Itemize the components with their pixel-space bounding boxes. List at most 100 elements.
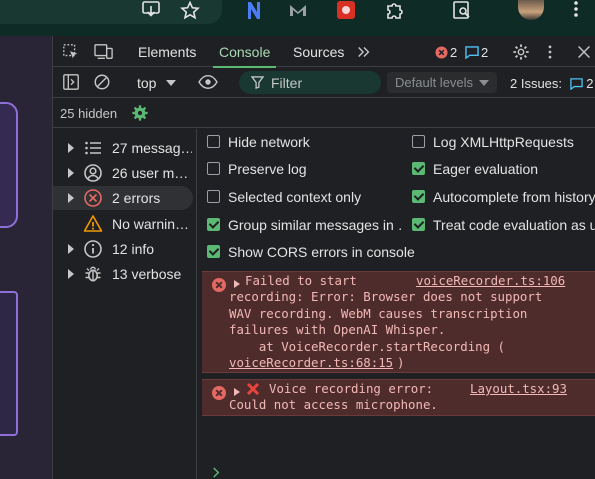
issues-counter[interactable]: 2 Issues: 2: [510, 67, 594, 98]
extension-red-icon[interactable]: [334, 0, 358, 22]
device-toolbar-icon[interactable]: [93, 42, 115, 62]
sidebar-item-label: 2 errors: [112, 190, 161, 206]
expand-triangle-icon[interactable]: [234, 388, 240, 396]
source-link[interactable]: voiceRecorder.ts:106: [416, 273, 565, 290]
console-error-message[interactable]: Voice recording error: Layout.tsx:93 Cou…: [202, 379, 595, 416]
context-selector[interactable]: top: [137, 71, 177, 93]
sidebar-item-label: 12 info: [112, 241, 155, 257]
sidebar-item-warnings[interactable]: No warnin…: [53, 212, 193, 236]
message-text: WAV recording. WebM causes transcription: [229, 305, 528, 321]
console-messages: Failed to start voiceRecorder.ts:106 rec…: [198, 266, 595, 479]
tab-elements[interactable]: Elements: [138, 36, 196, 67]
prompt-chevron-icon: [213, 467, 220, 478]
checkbox-label: Selected context only: [228, 189, 362, 205]
sidebar-item-info[interactable]: 12 info: [53, 237, 193, 261]
sidebar-item-label: No warnin…: [112, 216, 190, 232]
sidebar-item-label: 27 messag…: [112, 140, 192, 156]
filter-input[interactable]: Filter: [239, 71, 381, 94]
stack-trace-text: ): [397, 355, 405, 370]
browser-menu-icon[interactable]: [568, 0, 584, 20]
clear-console-icon[interactable]: [92, 72, 112, 92]
expand-triangle-icon[interactable]: [234, 280, 240, 288]
sidebar-item-messages[interactable]: 27 messag…: [53, 136, 193, 160]
sidebar-item-user-messages[interactable]: 26 user m…: [53, 161, 193, 185]
show-cors-errors-checkbox[interactable]: Show CORS errors in console: [207, 241, 417, 263]
sidebar-item-errors[interactable]: 2 errors: [53, 186, 193, 210]
log-levels-dropdown[interactable]: Default levels: [387, 72, 497, 93]
eager-evaluation-checkbox[interactable]: Eager evaluation: [412, 158, 595, 180]
console-toolbar: top Filter Default levels 2 Issues: 2: [53, 67, 595, 98]
message-count[interactable]: 2: [481, 36, 488, 69]
console-settings-pane: Hide network Preserve log Selected conte…: [198, 129, 595, 266]
message-text: failures with OpenAI Whisper.: [229, 322, 446, 337]
settings-gear-icon[interactable]: [511, 42, 531, 62]
checkbox-checked[interactable]: [412, 190, 425, 203]
close-devtools-icon[interactable]: [575, 43, 593, 61]
install-app-icon[interactable]: [137, 0, 165, 22]
extension-n-icon[interactable]: [242, 0, 266, 22]
hidden-count: 25 hidden: [60, 106, 118, 121]
error-count-icon[interactable]: [434, 45, 448, 59]
bookmark-star-icon[interactable]: [176, 0, 204, 22]
error-count[interactable]: 2: [450, 36, 457, 69]
user-icon: [83, 163, 103, 183]
checkbox-unchecked[interactable]: [207, 135, 220, 148]
extension-m-icon[interactable]: [286, 0, 310, 22]
checkbox-checked[interactable]: [207, 245, 220, 258]
sidebar-item-label: 26 user m…: [112, 165, 189, 181]
checkbox-checked[interactable]: [412, 162, 425, 175]
error-icon: [212, 386, 226, 400]
extensions-puzzle-icon[interactable]: [380, 0, 408, 22]
sidebar-item-verbose[interactable]: 13 verbose: [53, 262, 193, 286]
checkbox-label: Preserve log: [228, 161, 307, 177]
filter-placeholder: Filter: [271, 75, 303, 91]
checkbox-unchecked[interactable]: [412, 135, 425, 148]
console-error-message[interactable]: Failed to start voiceRecorder.ts:106 rec…: [202, 271, 595, 373]
hidden-messages-row: 25 hidden: [53, 98, 595, 128]
checkbox-checked[interactable]: [207, 218, 220, 231]
expand-arrow-icon: [68, 269, 74, 279]
message-count-icon[interactable]: [464, 45, 479, 59]
chevron-down-icon: [166, 80, 177, 86]
page-card: [0, 102, 18, 228]
issues-count: 2: [586, 76, 594, 91]
checkbox-unchecked[interactable]: [207, 190, 220, 203]
more-tabs-chevron-icon[interactable]: [355, 43, 373, 61]
checkbox-label: Hide network: [228, 134, 310, 150]
checkbox-unchecked[interactable]: [207, 162, 220, 175]
error-icon: [212, 278, 226, 292]
tab-console[interactable]: Console: [212, 36, 277, 68]
page-card: [0, 291, 18, 436]
selected-context-checkbox[interactable]: Selected context only: [207, 186, 402, 208]
inspect-element-icon[interactable]: [61, 42, 81, 62]
message-text: Voice recording error:: [269, 381, 434, 396]
checkbox-checked[interactable]: [412, 218, 425, 231]
group-similar-checkbox[interactable]: Group similar messages in …: [207, 214, 402, 236]
hide-network-checkbox[interactable]: Hide network: [207, 131, 402, 153]
reading-search-icon[interactable]: [448, 0, 476, 22]
autocomplete-history-checkbox[interactable]: Autocomplete from history: [412, 186, 595, 208]
profile-avatar[interactable]: [518, 0, 544, 20]
stack-trace-link[interactable]: voiceRecorder.ts:68:15: [229, 355, 393, 372]
filter-icon: [250, 76, 265, 92]
console-settings-gear-icon[interactable]: [131, 104, 149, 125]
console-prompt[interactable]: [212, 464, 221, 479]
message-text: recording: Error: Browser does not suppo…: [229, 289, 543, 304]
treat-code-eval-checkbox[interactable]: Treat code evaluation as us…: [412, 214, 595, 236]
expand-arrow-icon: [68, 143, 74, 153]
checkbox-label: Group similar messages in …: [228, 217, 402, 233]
console-sidebar: 27 messag… 26 user m… 2 errors No warnin…: [53, 129, 197, 479]
checkbox-label: Show CORS errors in console: [228, 244, 415, 260]
devtools-tab-bar: Elements Console Sources 2 2: [53, 36, 595, 69]
devtools-menu-icon[interactable]: [543, 42, 557, 62]
source-link[interactable]: Layout.tsx:93: [470, 381, 567, 398]
sidebar-toggle-icon[interactable]: [61, 72, 81, 92]
warning-icon: [83, 214, 103, 234]
live-expression-eye-icon[interactable]: [196, 72, 220, 92]
list-icon: [83, 138, 103, 158]
preserve-log-checkbox[interactable]: Preserve log: [207, 158, 402, 180]
checkbox-label: Eager evaluation: [433, 161, 539, 177]
log-xhr-checkbox[interactable]: Log XMLHttpRequests: [412, 131, 595, 153]
tab-sources[interactable]: Sources: [293, 36, 344, 67]
browser-toolbar: [0, 0, 595, 36]
